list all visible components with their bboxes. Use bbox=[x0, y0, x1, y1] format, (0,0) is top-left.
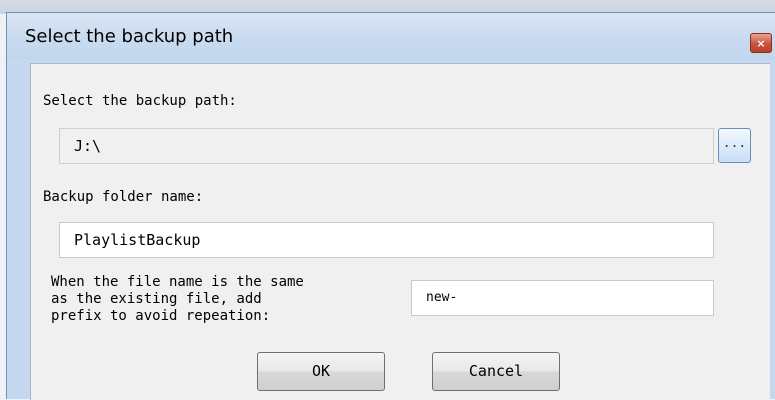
dialog-body: Select the backup path: J:\ ... Backup f… bbox=[30, 63, 770, 400]
prefix-label-line-2: as the existing file, add bbox=[51, 291, 262, 307]
folder-name-label: Backup folder name: bbox=[43, 189, 204, 205]
dialog-window: Select the backup path × Select the back… bbox=[6, 12, 775, 400]
dialog-title: Select the backup path bbox=[25, 26, 234, 47]
cancel-button[interactable]: Cancel bbox=[432, 352, 560, 391]
backup-path-field[interactable]: J:\ bbox=[59, 128, 714, 164]
prefix-input[interactable]: new- bbox=[411, 280, 714, 316]
title-bar[interactable]: Select the backup path × bbox=[7, 13, 775, 59]
ok-button[interactable]: OK bbox=[257, 352, 385, 391]
close-button[interactable]: × bbox=[750, 33, 772, 53]
prefix-label-line-3: prefix to avoid repeation: bbox=[51, 308, 271, 324]
folder-name-input[interactable]: PlaylistBackup bbox=[59, 222, 714, 258]
close-icon: × bbox=[756, 36, 766, 50]
backup-path-label: Select the backup path: bbox=[43, 93, 237, 109]
browse-button[interactable]: ... bbox=[718, 128, 751, 163]
prefix-label-line-1: When the file name is the same bbox=[51, 274, 304, 290]
